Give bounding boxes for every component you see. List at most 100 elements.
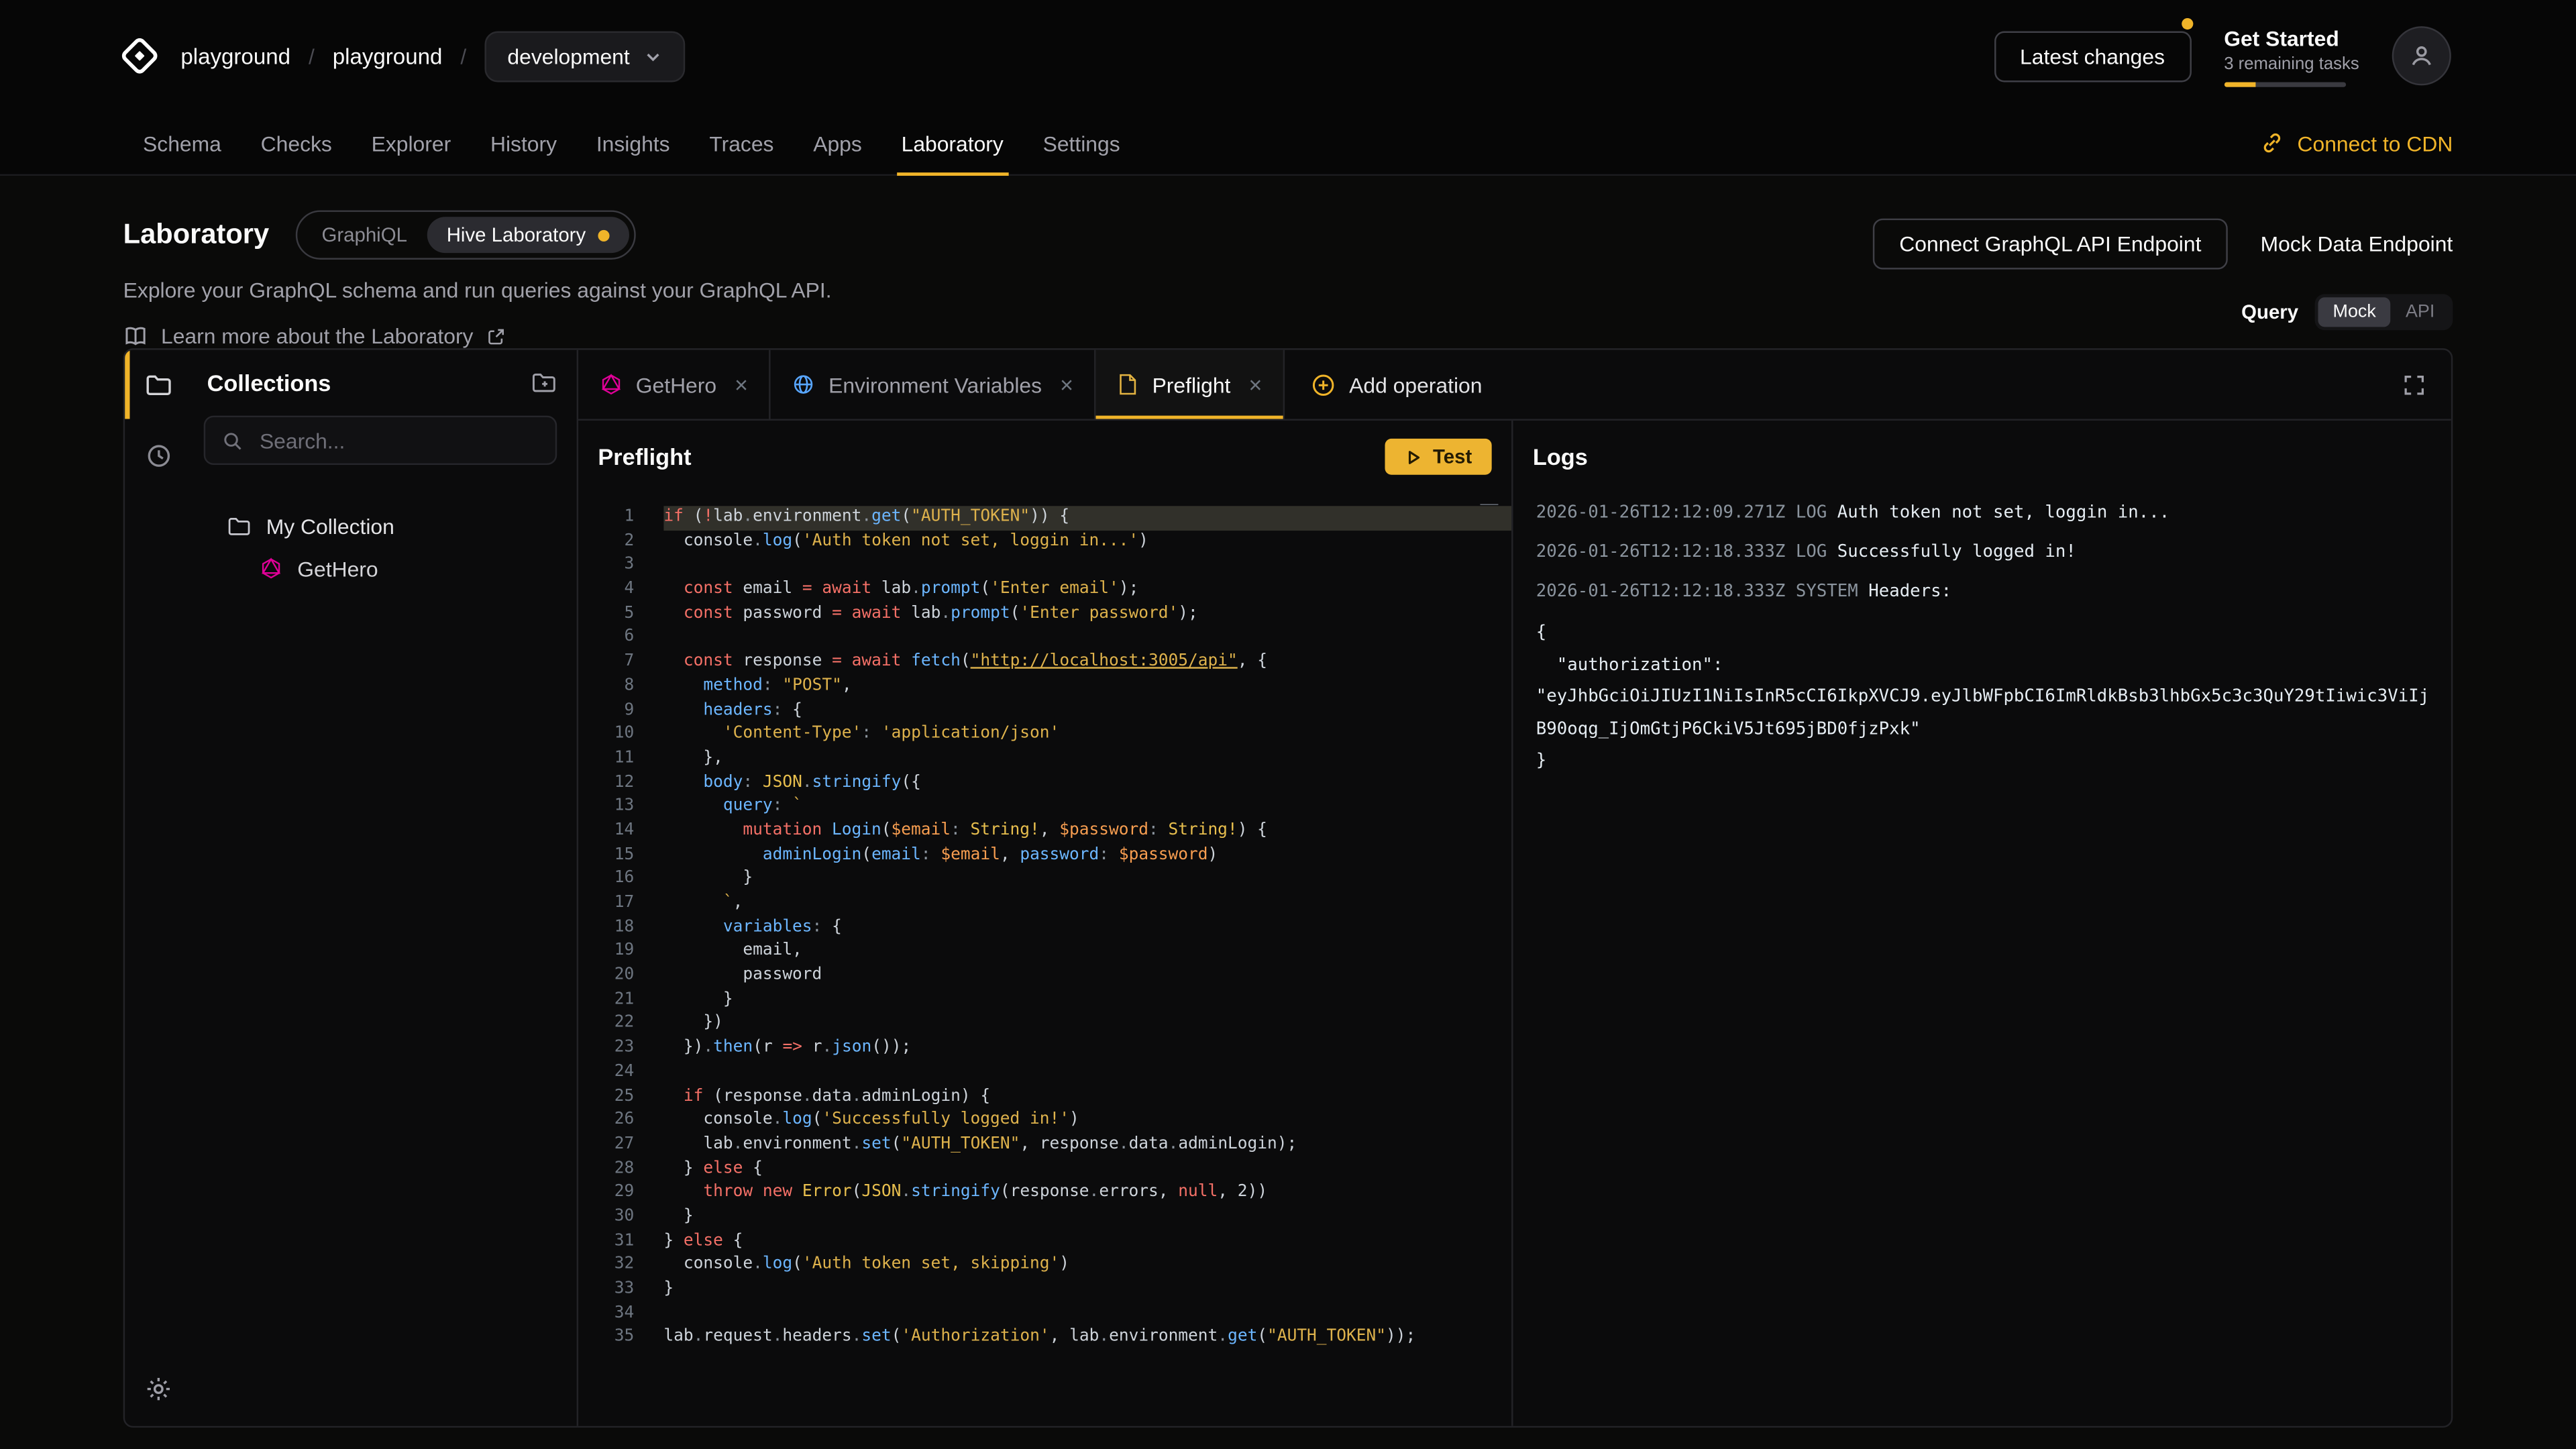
mock-data-endpoint-button[interactable]: Mock Data Endpoint [2261, 231, 2453, 256]
line-number: 35 [588, 1326, 635, 1350]
sidebar-rail [125, 350, 191, 1426]
line-number: 15 [588, 844, 635, 868]
line-number: 22 [588, 1013, 635, 1037]
code-editor[interactable]: 1if (!lab.environment.get("AUTH_TOKEN"))… [578, 493, 1511, 1426]
latest-changes-label: Latest changes [2020, 44, 2165, 68]
log-entry: 2026-01-26T12:12:09.271Z LOG Auth token … [1536, 499, 2428, 525]
tab-label: Preflight [1152, 372, 1231, 397]
target-selector-value: development [507, 44, 629, 68]
latest-changes-button[interactable]: Latest changes [1994, 30, 2191, 81]
breadcrumb-project[interactable]: playground [333, 44, 443, 68]
collection-operation-item[interactable]: GetHero [204, 547, 557, 590]
close-icon[interactable]: × [1060, 371, 1073, 397]
get-started-widget[interactable]: Get Started 3 remaining tasks [2224, 25, 2359, 87]
external-link-icon [486, 326, 506, 345]
nav-tab-insights[interactable]: Insights [576, 112, 690, 174]
preflight-pane-title: Preflight [598, 443, 691, 470]
nav-tab-laboratory[interactable]: Laboratory [881, 112, 1023, 174]
mode-option-hive-laboratory[interactable]: Hive Laboratory [427, 217, 629, 253]
query-mode-api[interactable]: API [2391, 297, 2450, 327]
line-number: 27 [588, 1133, 635, 1157]
code-line: 21 } [588, 989, 1511, 1013]
tab-gethero[interactable]: GetHero× [578, 350, 771, 419]
connect-to-cdn-label: Connect to CDN [2298, 131, 2453, 156]
user-avatar[interactable] [2392, 26, 2451, 85]
query-mode-mock[interactable]: Mock [2318, 297, 2390, 327]
collections-panel: Collections My CollectionGetHero [191, 350, 578, 1426]
search-input[interactable] [256, 427, 539, 455]
log-json-line: "eyJhbGciOiJIUzI1NiIsInR5cCI6IkpXVCJ9.ey… [1536, 682, 2428, 714]
close-icon[interactable]: × [735, 371, 748, 397]
book-icon [123, 323, 148, 348]
code-line: 19 email, [588, 941, 1511, 965]
add-operation-button[interactable]: Add operation [1285, 350, 1509, 419]
code-line: 3 [588, 554, 1511, 578]
code-line: 16 } [588, 868, 1511, 892]
nav-tab-explorer[interactable]: Explorer [352, 112, 470, 174]
mode-option-graphiql[interactable]: GraphiQL [302, 217, 427, 253]
code-line: 1if (!lab.environment.get("AUTH_TOKEN"))… [588, 506, 1511, 530]
history-rail-icon[interactable] [144, 442, 172, 470]
code-line: 14 mutation Login($email: String!, $pass… [588, 820, 1511, 844]
nav-tab-checks[interactable]: Checks [241, 112, 352, 174]
log-entry: 2026-01-26T12:12:18.333Z LOG Successfull… [1536, 539, 2428, 565]
editor-scrollbar-handle[interactable]: — [1481, 496, 1499, 513]
nav-tab-traces[interactable]: Traces [690, 112, 794, 174]
page-header-left: Laboratory GraphiQL Hive Laboratory Expl… [123, 210, 832, 348]
code-line: 6 [588, 627, 1511, 651]
hive-logo[interactable] [118, 34, 161, 77]
breadcrumb-separator: / [309, 44, 315, 68]
connect-to-cdn-link[interactable]: Connect to CDN [2261, 112, 2453, 174]
nav-tab-history[interactable]: History [471, 112, 577, 174]
breadcrumb-org[interactable]: playground [180, 44, 290, 68]
log-json-line: "authorization": [1536, 650, 2428, 682]
code-line: 11 }, [588, 747, 1511, 771]
line-number: 12 [588, 771, 635, 796]
code-line: 26 console.log('Successfully logged in!'… [588, 1110, 1511, 1134]
connect-graphql-api-endpoint-button[interactable]: Connect GraphQL API Endpoint [1873, 219, 2228, 270]
log-json-line: B90oqg_IjOmGtjP6CkiV5Jt695jBD0fjzPxk" [1536, 714, 2428, 746]
progress-fill [2224, 81, 2255, 86]
editor-area: GetHero×Environment Variables× Preflight ×… [578, 350, 2451, 1426]
log-message: Auth token not set, loggin in... [1837, 502, 2169, 522]
learn-more-link[interactable]: Learn more about the Laboratory [123, 323, 832, 348]
line-number: 2 [588, 530, 635, 554]
log-timestamp: 2026-01-26T12:12:18.333Z [1536, 582, 1786, 601]
collections-search[interactable] [204, 416, 557, 465]
code-line: 10 'Content-Type': 'application/json' [588, 723, 1511, 747]
nav-tab-settings[interactable]: Settings [1023, 112, 1140, 174]
page-title: Laboratory [123, 219, 269, 252]
code-line: 5 const password = await lab.prompt('Ent… [588, 602, 1511, 627]
code-line: 18 variables: { [588, 916, 1511, 941]
code-line: 29 throw new Error(JSON.stringify(respon… [588, 1181, 1511, 1205]
close-icon[interactable]: × [1248, 371, 1262, 397]
collections-rail-icon[interactable] [144, 371, 172, 399]
line-number: 1 [588, 506, 635, 530]
tab-environment-variables[interactable]: Environment Variables× [771, 350, 1096, 419]
notification-dot [2182, 17, 2193, 29]
fullscreen-icon[interactable] [2402, 372, 2426, 397]
query-mode-row: Query Mock API [2241, 294, 2453, 330]
screen: playground / playground / development La… [0, 0, 2576, 1449]
settings-rail-icon[interactable] [144, 1375, 172, 1403]
log-level: LOG [1796, 502, 1827, 522]
nav-tab-schema[interactable]: Schema [123, 112, 241, 174]
line-number: 32 [588, 1254, 635, 1278]
collections-tree: My CollectionGetHero [204, 504, 557, 590]
test-button-label: Test [1433, 445, 1472, 468]
new-collection-icon[interactable] [531, 370, 557, 396]
query-mode-toggle: Mock API [2315, 294, 2453, 330]
link-icon [2261, 131, 2284, 154]
line-number: 20 [588, 965, 635, 989]
nav-tab-apps[interactable]: Apps [794, 112, 881, 174]
page-header-right: Connect GraphQL API Endpoint Mock Data E… [1873, 210, 2453, 348]
get-started-title: Get Started [2224, 25, 2359, 50]
line-number: 29 [588, 1181, 635, 1205]
collection-folder-item[interactable]: My Collection [204, 504, 557, 547]
target-selector[interactable]: development [484, 30, 686, 81]
learn-more-label: Learn more about the Laboratory [161, 323, 473, 348]
code-line: 2 console.log('Auth token not set, loggi… [588, 530, 1511, 554]
nav-tabs: SchemaChecksExplorerHistoryInsightsTrace… [123, 112, 1140, 174]
tab-preflight[interactable]: Preflight × [1096, 350, 1285, 419]
test-button[interactable]: Test [1385, 439, 1492, 475]
